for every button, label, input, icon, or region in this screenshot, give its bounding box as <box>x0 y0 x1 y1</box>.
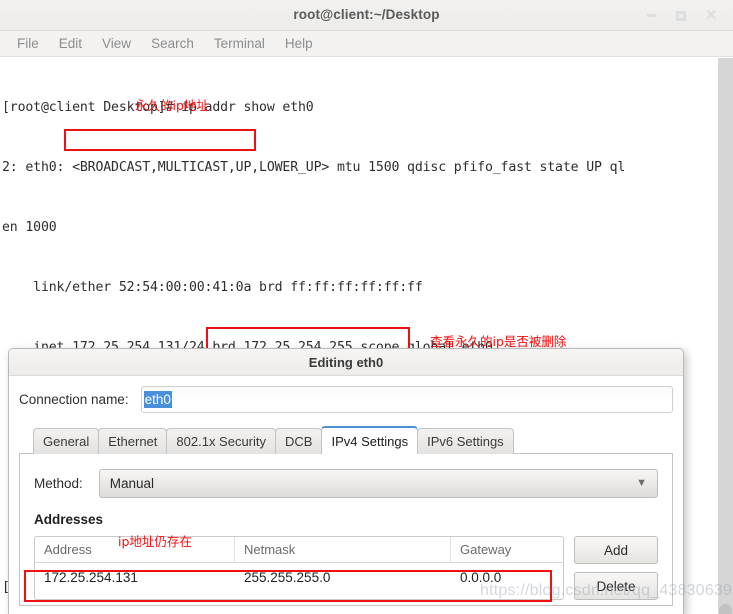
terminal-line: link/ether 52:54:00:00:41:0a brd ff:ff:f… <box>2 280 423 295</box>
settings-tabstrip: General Ethernet 802.1x Security DCB IPv… <box>19 426 673 454</box>
menu-edit[interactable]: Edit <box>50 34 91 53</box>
menu-view[interactable]: View <box>93 34 140 53</box>
tab-general[interactable]: General <box>33 428 100 454</box>
window-title: root@client:~/Desktop <box>293 7 440 22</box>
maximize-icon[interactable] <box>673 8 689 24</box>
dialog-title: Editing eth0 <box>308 354 384 370</box>
dialog-titlebar: Editing eth0 <box>9 349 683 376</box>
minimize-icon[interactable] <box>643 8 659 24</box>
tab-ethernet[interactable]: Ethernet <box>98 428 168 454</box>
menu-file[interactable]: File <box>8 34 48 53</box>
terminal-line: en 1000 <box>2 220 57 235</box>
addresses-table[interactable]: Address Netmask Gateway 172.25.254.131 2… <box>34 536 564 600</box>
screen-root: root@client:~/Desktop ✕ File Edit View S… <box>0 0 733 614</box>
tab-dcb[interactable]: DCB <box>275 428 323 454</box>
terminal-scrollbar-thumb[interactable] <box>719 604 732 614</box>
table-row[interactable]: 172.25.254.131 255.255.255.0 0.0.0.0 <box>35 563 563 591</box>
column-header-gateway: Gateway <box>460 542 512 557</box>
menu-search[interactable]: Search <box>142 34 203 53</box>
dialog-body: Connection name: eth0 General Ethernet 8… <box>9 376 683 606</box>
column-header-netmask: Netmask <box>235 537 451 562</box>
connection-name-row: Connection name: eth0 <box>19 376 673 416</box>
method-dropdown[interactable]: Manual ▼ <box>98 468 658 498</box>
tab-802-1x-security[interactable]: 802.1x Security <box>166 428 277 454</box>
terminal-scrollbar[interactable] <box>718 58 733 614</box>
terminal-menubar: File Edit View Search Terminal Help <box>0 31 733 57</box>
tab-ipv4-settings[interactable]: IPv4 Settings <box>321 426 419 454</box>
close-icon[interactable]: ✕ <box>703 8 719 24</box>
addresses-table-header: Address Netmask Gateway <box>35 537 563 563</box>
annotation-permanent-ip: 永久的ip地址 <box>135 98 209 113</box>
connection-name-value: eth0 <box>143 390 172 408</box>
add-button[interactable]: Add <box>574 536 658 564</box>
terminal-line: 2: eth0: <BROADCAST,MULTICAST,UP,LOWER_U… <box>2 160 626 175</box>
menu-terminal[interactable]: Terminal <box>205 34 274 53</box>
addresses-buttons: Add Delete <box>574 536 658 600</box>
annotation-ip-still-exists: ip地址仍存在 <box>118 534 192 549</box>
connection-name-label: Connection name: <box>19 391 129 407</box>
chevron-down-icon: ▼ <box>636 477 647 489</box>
method-value: Manual <box>109 475 155 491</box>
cell-gateway: 0.0.0.0 <box>460 569 502 585</box>
addresses-section-title: Addresses <box>34 512 104 527</box>
ipv4-settings-panel: Method: Manual ▼ Addresses Address Netma… <box>19 454 673 606</box>
delete-button[interactable]: Delete <box>574 572 658 600</box>
terminal-titlebar: root@client:~/Desktop ✕ <box>0 0 733 31</box>
cell-address: 172.25.254.131 <box>44 569 138 585</box>
tab-ipv6-settings[interactable]: IPv6 Settings <box>417 428 514 454</box>
connection-name-input[interactable]: eth0 <box>140 385 673 413</box>
method-label: Method: <box>34 475 83 491</box>
cell-netmask: 255.255.255.0 <box>244 569 331 585</box>
window-controls: ✕ <box>643 0 727 31</box>
menu-help[interactable]: Help <box>276 34 322 53</box>
method-row: Method: Manual ▼ <box>34 468 658 498</box>
editing-connection-dialog: Editing eth0 Connection name: eth0 Gener… <box>8 348 684 614</box>
terminal-line: [root@client Desktop]# ip addr show eth0 <box>2 100 314 115</box>
